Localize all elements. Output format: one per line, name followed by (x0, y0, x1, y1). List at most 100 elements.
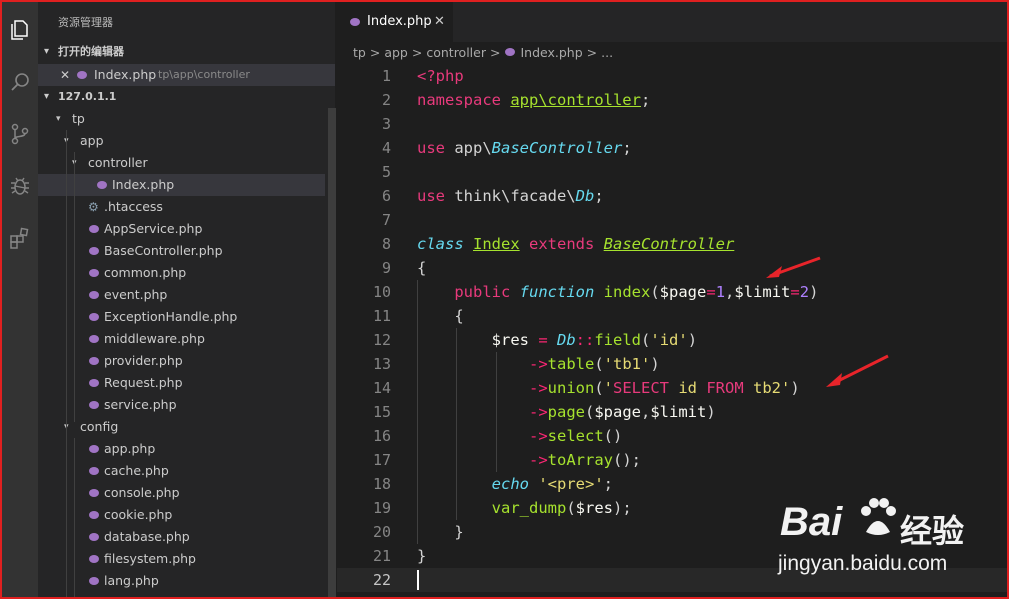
breadcrumb-item[interactable]: Index.php (520, 45, 582, 60)
code-text: ->select() (417, 424, 622, 448)
code-token: var_dump (417, 499, 567, 517)
tree-item[interactable]: ExceptionHandle.php (38, 306, 325, 328)
code-line[interactable]: 9{ (337, 256, 1007, 280)
tree-item[interactable]: filesystem.php (38, 548, 325, 570)
tab-index-php[interactable]: Index.php ✕ (337, 2, 453, 42)
code-token: -> (417, 403, 548, 421)
tree-item[interactable]: ⚙ .htaccess (38, 196, 325, 218)
code-token: (); (612, 451, 641, 469)
code-token: app\ (454, 139, 492, 157)
code-token: -> (417, 355, 548, 373)
code-token: ' (603, 379, 614, 397)
tree-item-label: BaseController.php (104, 243, 223, 258)
source-control-icon[interactable] (2, 116, 38, 152)
line-number: 13 (372, 355, 391, 373)
code-line[interactable]: 14 ->union('SELECT id FROM tb2') (337, 376, 1007, 400)
tree-item[interactable]: ▾controller (38, 152, 325, 174)
tree-item-label: event.php (104, 287, 168, 302)
breadcrumb-item[interactable]: controller (426, 45, 486, 60)
code-line[interactable]: 6 use think\facade\Db; (337, 184, 1007, 208)
sidebar-scrollbar[interactable] (328, 108, 336, 597)
line-number: 15 (372, 403, 391, 421)
code-token: ( (650, 283, 660, 301)
tab-close-icon[interactable]: ✕ (434, 2, 445, 42)
tree-item[interactable]: AppService.php (38, 218, 325, 240)
code-token: 2 (799, 283, 810, 301)
workspace-header[interactable]: ▾ 127.0.1.1 (38, 86, 335, 108)
line-number: 4 (381, 139, 391, 157)
breadcrumb-item[interactable]: tp (353, 45, 366, 60)
tree-item[interactable]: cache.php (38, 460, 325, 482)
code-token: -> (417, 427, 548, 445)
tree-item-label: app (80, 133, 104, 148)
code-token: echo (417, 475, 539, 493)
tree-item[interactable]: BaseController.php (38, 240, 325, 262)
php-file-icon (89, 511, 99, 519)
tree-item[interactable]: provider.php (38, 350, 325, 372)
code-token: , (641, 403, 651, 421)
code-line[interactable]: 11 { (337, 304, 1007, 328)
explorer-icon[interactable] (2, 12, 38, 48)
code-line[interactable]: 5 (337, 160, 1007, 184)
code-token: namespace (417, 91, 511, 109)
tree-item[interactable]: middleware.php (38, 328, 325, 350)
code-line[interactable]: 18 echo '<pre>'; (337, 472, 1007, 496)
code-line[interactable]: 10 public function index($page=1,$limit=… (337, 280, 1007, 304)
code-line[interactable]: 3 (337, 112, 1007, 136)
line-number: 16 (372, 427, 391, 445)
debug-icon[interactable] (2, 168, 38, 204)
code-line[interactable]: 12 $res = Db::field('id') (337, 328, 1007, 352)
code-token: $limit (650, 403, 707, 421)
code-token: ); (612, 499, 632, 517)
code-line[interactable]: 17 ->toArray(); (337, 448, 1007, 472)
code-token: use (417, 139, 455, 157)
tree-item-label: tp (72, 111, 85, 126)
tree-item[interactable]: service.php (38, 394, 325, 416)
breadcrumb-item[interactable]: app (384, 45, 408, 60)
code-token: index (603, 283, 651, 301)
code-line[interactable]: 8 class Index extends BaseController (337, 232, 1007, 256)
open-editors-header[interactable]: ▾ 打开的编辑器 (38, 41, 335, 63)
code-line[interactable]: 16 ->select() (337, 424, 1007, 448)
code-token: extends (519, 235, 604, 253)
code-line[interactable]: 4 use app\BaseController; (337, 136, 1007, 160)
sidebar-title: 资源管理器 (58, 16, 113, 29)
chevron-down-icon: ▾ (56, 114, 61, 124)
search-icon[interactable] (2, 64, 38, 100)
line-number: 14 (372, 379, 391, 397)
code-line[interactable]: 2 namespace app\controller; (337, 88, 1007, 112)
tree-item[interactable]: console.php (38, 482, 325, 504)
tree-item[interactable]: database.php (38, 526, 325, 548)
tree-item[interactable]: common.php (38, 262, 325, 284)
tree-item[interactable]: ▾app (38, 130, 325, 152)
tree-item[interactable]: lang.php (38, 570, 325, 592)
code-line[interactable]: 15 ->page($page,$limit) (337, 400, 1007, 424)
code-text: ->page($page,$limit) (417, 400, 716, 424)
code-token: ; (622, 139, 632, 157)
close-icon[interactable]: ✕ (60, 64, 70, 86)
code-line[interactable]: 1 <?php (337, 64, 1007, 88)
open-editor-item[interactable]: ✕ Index.php tp\app\controller (38, 64, 335, 86)
tree-item[interactable]: Index.php (38, 174, 325, 196)
text-cursor (417, 570, 419, 590)
code-text: { (417, 304, 463, 328)
code-line[interactable]: 7 (337, 208, 1007, 232)
tree-item[interactable]: event.php (38, 284, 325, 306)
tree-item[interactable]: ▾ tp (38, 108, 325, 130)
tree-item[interactable]: Request.php (38, 372, 325, 394)
code-token: ) (706, 403, 716, 421)
line-number: 22 (372, 571, 391, 589)
line-number: 6 (381, 187, 391, 205)
chevron-down-icon: ▾ (44, 46, 50, 57)
activity-bar (2, 2, 38, 597)
tree-item[interactable]: app.php (38, 438, 325, 460)
code-token: ) (650, 355, 660, 373)
tree-item[interactable]: cookie.php (38, 504, 325, 526)
breadcrumb-item[interactable]: ... (601, 45, 613, 60)
extensions-icon[interactable] (2, 220, 38, 256)
code-line[interactable]: 13 ->table('tb1') (337, 352, 1007, 376)
vscode-window: 资源管理器 ▾ 打开的编辑器 ✕ Index.php tp\app\contro… (0, 0, 1009, 599)
tree-item[interactable]: ▾config (38, 416, 325, 438)
tree-item-label: console.php (104, 485, 180, 500)
php-file-icon (89, 577, 99, 585)
